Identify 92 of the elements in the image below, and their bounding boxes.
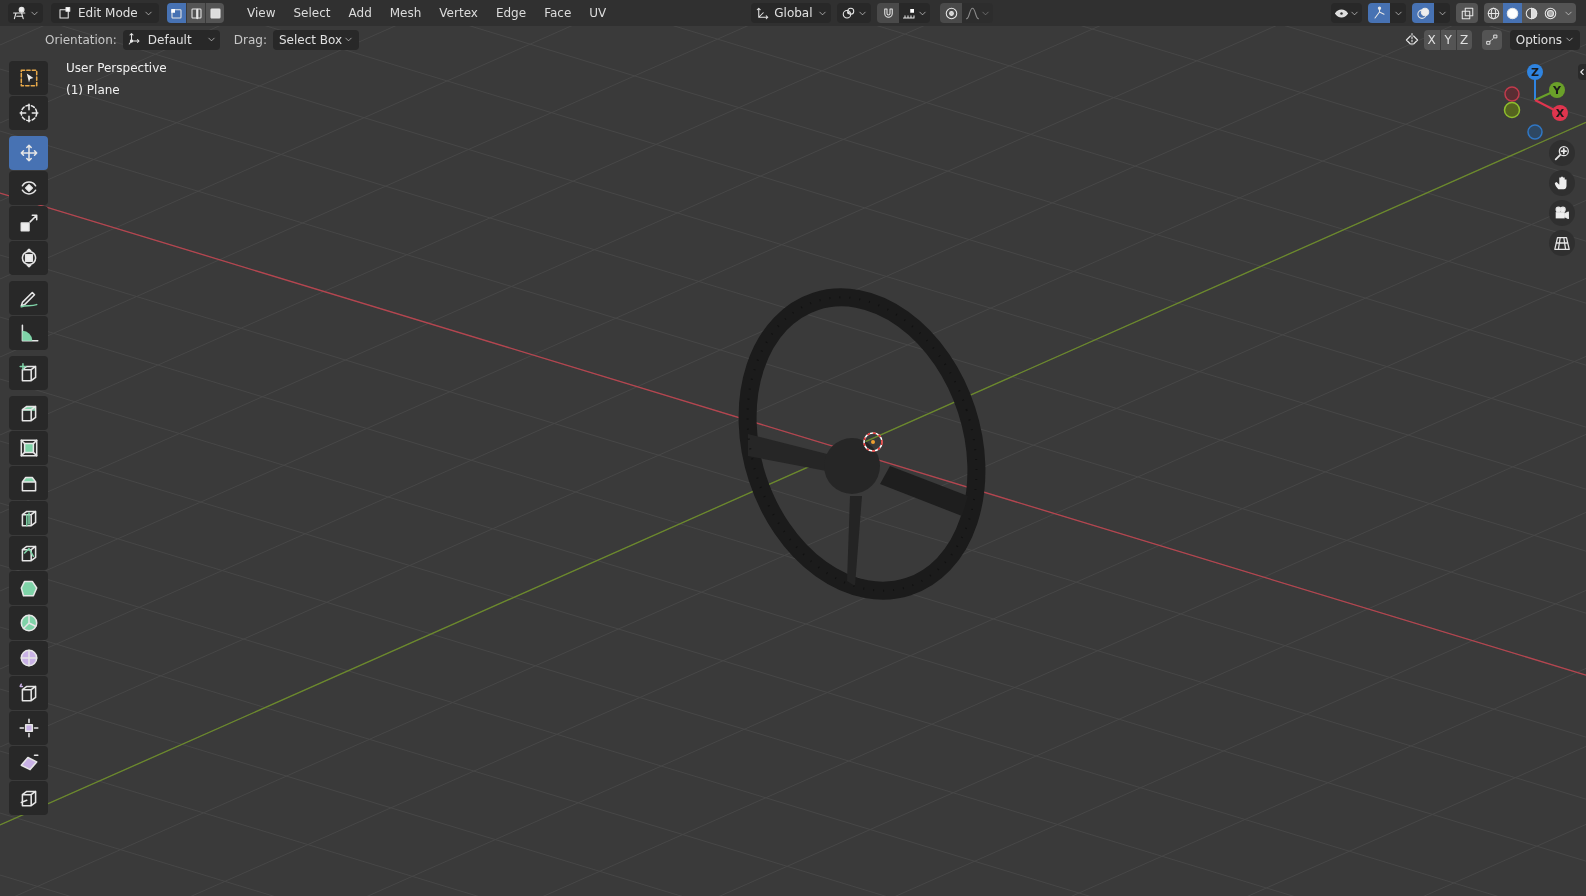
menu-item[interactable]: Vertex: [430, 3, 487, 23]
caret-icon: [344, 35, 354, 44]
tool-button[interactable]: [9, 781, 48, 815]
curve-icon: [965, 5, 981, 21]
tool-button[interactable]: [9, 431, 48, 465]
cursor-icon: [17, 102, 40, 124]
tool-button[interactable]: [9, 676, 48, 710]
solid-shading-button[interactable]: [1503, 3, 1522, 23]
tool-button[interactable]: [9, 571, 48, 605]
tool-button[interactable]: [9, 396, 48, 430]
grid-icon: [1553, 234, 1571, 252]
pivot-dropdown[interactable]: [837, 3, 872, 23]
pivot-icon: [841, 5, 857, 21]
orientation-dropdown[interactable]: Default: [122, 29, 220, 50]
menu-item[interactable]: Face: [535, 3, 581, 23]
negative-axis-handle[interactable]: [1527, 124, 1543, 140]
gizmo-toggle[interactable]: [1368, 3, 1390, 23]
shrink-icon: [17, 717, 40, 739]
merge-icon: [1484, 32, 1499, 47]
tool-button[interactable]: [9, 466, 48, 500]
axis-handle[interactable]: Y: [1549, 82, 1565, 98]
zoom-icon: [1553, 144, 1571, 162]
tool-button[interactable]: [9, 501, 48, 535]
wireframe-sphere-icon: [1486, 5, 1501, 21]
negative-axis-handle[interactable]: [1503, 101, 1521, 119]
visibility-dropdown[interactable]: [1331, 3, 1362, 23]
overlay-toggle[interactable]: [1412, 3, 1434, 23]
tool-button[interactable]: [9, 746, 48, 780]
menu-item[interactable]: View: [238, 3, 285, 23]
camera-view-button[interactable]: [1549, 200, 1575, 226]
pan-button[interactable]: [1549, 170, 1575, 196]
drag-dropdown[interactable]: Select Box: [273, 29, 360, 50]
mode-dropdown[interactable]: Edit Mode: [51, 3, 159, 23]
face-mode-button[interactable]: [205, 3, 224, 23]
orientation-label: Orientation:: [45, 31, 117, 49]
projection-toggle-button[interactable]: [1549, 230, 1575, 256]
mirror-icon: [1403, 31, 1420, 48]
tool-button[interactable]: [9, 206, 48, 240]
caret-icon: [1565, 35, 1574, 44]
tool-button[interactable]: [9, 606, 48, 640]
target-icon: [943, 5, 959, 21]
proportional-edit-toggle[interactable]: [940, 3, 963, 23]
tool-button[interactable]: [9, 711, 48, 745]
tool-button[interactable]: [9, 641, 48, 675]
pivot-axes-icon: [126, 32, 142, 47]
menu-item[interactable]: Add: [339, 3, 381, 23]
menu-item[interactable]: Mesh: [380, 3, 431, 23]
editor-type-icon: [12, 5, 28, 21]
chevron-left-icon: [1578, 67, 1586, 77]
mesh-mode-icon: [57, 5, 72, 21]
tool-button[interactable]: [9, 61, 48, 95]
wireframe-shading-button[interactable]: [1484, 3, 1503, 23]
menu-item[interactable]: Edge: [486, 3, 536, 23]
editor-type-button[interactable]: [8, 3, 43, 23]
tool-button[interactable]: [9, 171, 48, 205]
sidebar-toggle[interactable]: [1578, 64, 1586, 80]
axes-icon: [755, 5, 771, 21]
edge-mode-button[interactable]: [186, 3, 205, 23]
material-sphere-icon: [1524, 5, 1539, 21]
orientation-dropdown[interactable]: Global: [751, 3, 832, 23]
object-name: (1) Plane: [66, 82, 121, 99]
tool-button[interactable]: [9, 241, 48, 275]
camera-icon: [1553, 204, 1571, 222]
drag-label: Drag:: [233, 31, 267, 49]
face-select-icon: [207, 5, 223, 21]
menu-item[interactable]: Select: [284, 3, 340, 23]
rendered-sphere-icon: [1543, 5, 1558, 21]
caret-icon: [206, 35, 216, 44]
options-dropdown[interactable]: Options: [1509, 29, 1580, 50]
axis-handle[interactable]: X: [1552, 105, 1568, 121]
xray-toggle[interactable]: [1456, 3, 1478, 23]
vertex-mode-button[interactable]: [167, 3, 186, 23]
tool-button[interactable]: [9, 356, 48, 390]
axis-handle[interactable]: Z: [1527, 64, 1543, 80]
tool-button[interactable]: [9, 316, 48, 350]
auto-merge-button[interactable]: [1481, 29, 1502, 50]
edge-select-icon: [188, 5, 204, 21]
overlay-icon: [1415, 5, 1431, 21]
zoom-button[interactable]: [1549, 140, 1575, 166]
snap-target-dropdown[interactable]: [899, 3, 931, 23]
tool-button[interactable]: [9, 96, 48, 130]
solid-sphere-icon: [1505, 5, 1520, 21]
material-shading-button[interactable]: [1522, 3, 1541, 23]
overlapping-squares-icon: [1459, 5, 1475, 21]
view-name: User Perspective: [66, 60, 167, 77]
snap-toggle[interactable]: [877, 3, 900, 23]
tool-button[interactable]: [9, 281, 48, 315]
negative-axis-handle[interactable]: [1504, 86, 1520, 102]
tool-button[interactable]: [9, 536, 48, 570]
origin-marker-icon: [863, 432, 883, 452]
menu-item[interactable]: UV: [580, 3, 616, 23]
mirror-axis-toggle[interactable]: X: [1423, 29, 1440, 50]
